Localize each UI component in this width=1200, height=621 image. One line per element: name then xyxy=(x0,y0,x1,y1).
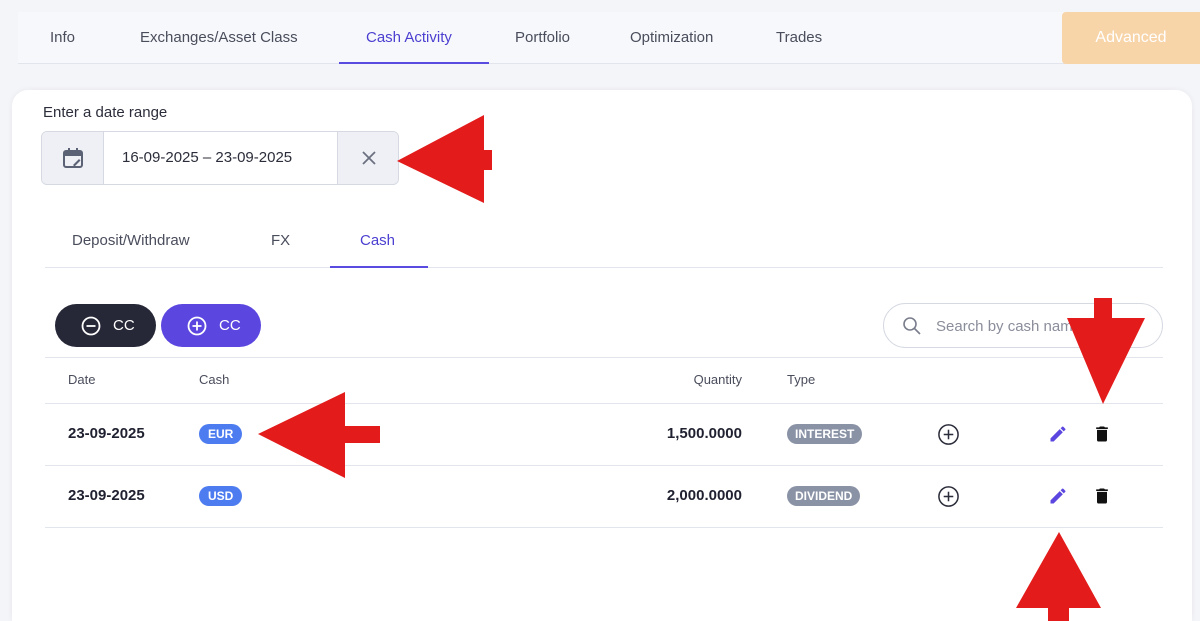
annotation-arrows xyxy=(258,115,1145,621)
annotation-arrow-left xyxy=(258,392,380,478)
annotation-arrow-left xyxy=(397,115,492,203)
annotation-arrow-down xyxy=(1067,298,1145,404)
annotation-arrow-up xyxy=(1016,532,1101,621)
